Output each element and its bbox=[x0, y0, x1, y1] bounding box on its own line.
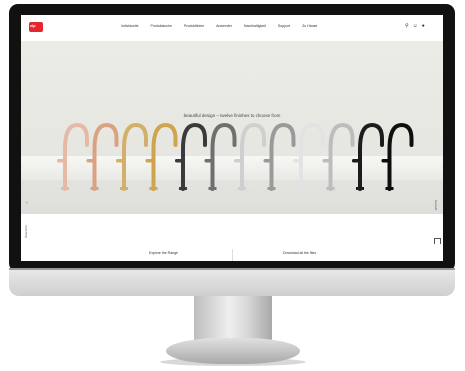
tap-finish-6 bbox=[204, 122, 237, 191]
site-header: zip Individuelle Produktsuche Produktlin… bbox=[21, 15, 443, 41]
nav-item[interactable]: Support bbox=[278, 24, 290, 28]
tap-finish-2 bbox=[86, 122, 119, 191]
tap-finishes-image bbox=[57, 122, 414, 191]
user-icon[interactable]: ☺ bbox=[413, 23, 418, 29]
tap-finish-11 bbox=[352, 122, 384, 191]
tap-finish-3 bbox=[116, 122, 148, 191]
sidebar-right[interactable]: Kontakt bbox=[432, 200, 442, 250]
nav-item[interactable]: Zu Hause bbox=[302, 24, 317, 28]
hero-section: beautiful design – twelve finishes to ch… bbox=[21, 41, 443, 214]
tap-finish-8 bbox=[263, 122, 296, 191]
tap-finish-1 bbox=[57, 122, 89, 191]
nav-item[interactable]: Produktlinien bbox=[184, 24, 204, 28]
location-icon[interactable]: ● bbox=[422, 23, 425, 29]
brand-logo[interactable]: zip bbox=[29, 22, 43, 32]
tap-finish-7 bbox=[234, 122, 266, 191]
tap-finish-9 bbox=[293, 122, 325, 191]
explore-range-link[interactable]: Explore the Range bbox=[149, 251, 178, 255]
sidebar-right-label: Kontakt bbox=[434, 200, 438, 211]
tap-finish-10 bbox=[322, 122, 355, 191]
header-icons: ⚲ ☺ ● bbox=[405, 23, 425, 29]
chevron-left-icon: ‹ bbox=[26, 200, 28, 206]
monitor-stand-base bbox=[166, 338, 300, 364]
tap-finish-12 bbox=[381, 122, 414, 191]
logo-text: zip bbox=[30, 23, 36, 28]
nav-item[interactable]: Individuelle bbox=[121, 24, 139, 28]
nav-item[interactable]: Anwender bbox=[216, 24, 232, 28]
search-icon[interactable]: ⚲ bbox=[405, 23, 409, 29]
bottom-divider bbox=[232, 249, 233, 261]
nav-item[interactable]: Nachhaltigkeit bbox=[244, 24, 266, 28]
monitor-stand-neck bbox=[194, 296, 272, 344]
sidebar-left[interactable]: ‹ Übersicht bbox=[24, 200, 34, 240]
main-nav: Individuelle Produktsuche Produktlinien … bbox=[121, 24, 317, 28]
sidebar-left-label: Übersicht bbox=[24, 225, 28, 238]
tap-finish-5 bbox=[175, 122, 207, 191]
nav-item[interactable]: Produktsuche bbox=[151, 24, 172, 28]
tap-finish-4 bbox=[145, 122, 178, 191]
screen: zip Individuelle Produktsuche Produktlin… bbox=[21, 15, 443, 261]
monitor-chin bbox=[9, 268, 455, 296]
monitor-chin-edge bbox=[9, 268, 455, 270]
download-files-link[interactable]: Download all the files bbox=[283, 251, 316, 255]
